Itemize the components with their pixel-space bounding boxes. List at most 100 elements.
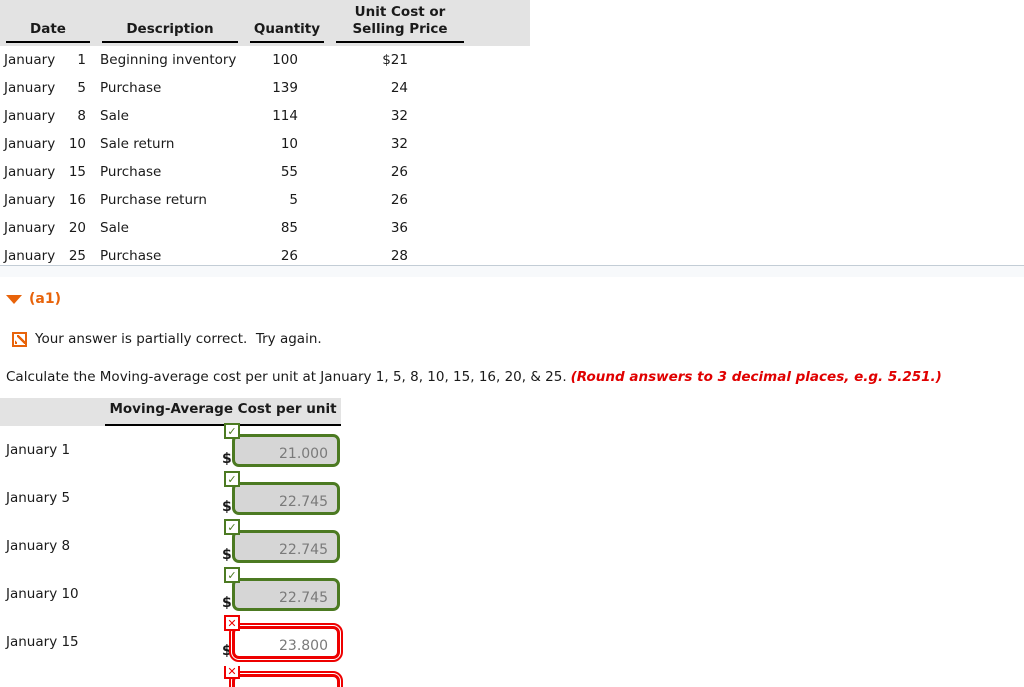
- column-header-pad: [470, 0, 530, 46]
- table-row: January 15 Purchase 55 26: [0, 158, 530, 186]
- cell-quantity: 10: [280, 135, 298, 152]
- answer-row: ✕: [0, 666, 420, 687]
- cell-day: 5: [77, 79, 86, 96]
- cell-day: 8: [77, 107, 86, 124]
- cell-month: January: [4, 135, 56, 152]
- answer-column-header-label: Moving-Average Cost per unit: [109, 401, 337, 417]
- table-row: January 20 Sale 85 36: [0, 214, 530, 242]
- cell-day: 20: [68, 219, 86, 236]
- inventory-table: Date Description Quantity Unit Cost or S…: [0, 0, 530, 270]
- cell-pad: [470, 130, 530, 158]
- cell-description: Sale: [100, 219, 129, 236]
- partially-correct-icon: [12, 331, 27, 347]
- column-header-date: Date: [0, 0, 96, 46]
- cross-icon: ✕: [224, 666, 240, 679]
- instruction-line: Calculate the Moving-average cost per un…: [6, 369, 942, 385]
- currency-symbol: $: [222, 595, 232, 611]
- answer-row: January 10 $ ✓: [0, 567, 420, 618]
- column-header-date-label: Date: [6, 21, 90, 43]
- cell-quantity: 55: [280, 163, 298, 180]
- answer-input-wrapper: ✓: [224, 567, 340, 611]
- inventory-table-head: Date Description Quantity Unit Cost or S…: [0, 0, 530, 46]
- answer-input[interactable]: [229, 623, 343, 662]
- check-icon: ✓: [224, 423, 240, 439]
- cell-description: Beginning inventory: [100, 51, 237, 68]
- check-icon: ✓: [224, 567, 240, 583]
- answer-rows-container: January 1$✓January 5$✓January 8$✓January…: [0, 423, 420, 687]
- cell-day: 16: [68, 191, 86, 208]
- cell-day: 1: [77, 51, 86, 68]
- answer-table: Moving-Average Cost per unit January 1 $ ✓…: [0, 398, 420, 687]
- cell-quantity: 85: [280, 219, 298, 236]
- cell-month: January: [4, 79, 56, 96]
- answer-row-label: January 15: [6, 634, 79, 650]
- answer-input[interactable]: [232, 578, 340, 611]
- cell-description: Sale: [100, 107, 129, 124]
- answer-table-header: Moving-Average Cost per unit: [0, 398, 341, 426]
- instruction-text: Calculate the Moving-average cost per un…: [6, 369, 567, 385]
- answer-row-label: January 1: [6, 442, 71, 458]
- cell-month: January: [4, 191, 56, 208]
- column-header-unit-cost-label: Unit Cost or Selling Price: [336, 4, 464, 43]
- inventory-table-body: January 1 Beginning inventory 100 $21 January…: [0, 46, 530, 270]
- answer-row: January 8 $ ✓: [0, 519, 420, 570]
- check-icon: ✓: [224, 519, 240, 535]
- cell-price: 32: [390, 107, 408, 124]
- answer-row-label: January 8: [6, 538, 71, 554]
- cell-month: January: [4, 107, 56, 124]
- cell-pad: [470, 102, 530, 130]
- feedback-message: Your answer is partially correct. Try ag…: [12, 331, 322, 347]
- answer-input[interactable]: [232, 530, 340, 563]
- triangle-down-icon[interactable]: [6, 294, 22, 304]
- column-header-quantity: Quantity: [244, 0, 330, 46]
- table-row: January 1 Beginning inventory 100 $21: [0, 46, 530, 74]
- answer-input[interactable]: [232, 434, 340, 467]
- currency-symbol: $: [222, 643, 232, 659]
- cell-price: 36: [390, 219, 408, 236]
- column-header-description: Description: [96, 0, 244, 46]
- table-row: January 5 Purchase 139 24: [0, 74, 530, 102]
- table-row: January 10 Sale return 10 32: [0, 130, 530, 158]
- answer-row-label: January 5: [6, 490, 71, 506]
- cell-pad: [470, 158, 530, 186]
- cell-description: Purchase: [100, 163, 162, 180]
- cell-day: 15: [68, 163, 86, 180]
- cell-description: Sale return: [100, 135, 175, 152]
- cell-price: 32: [390, 135, 408, 152]
- table-row: January 16 Purchase return 5 26: [0, 186, 530, 214]
- cell-price: 24: [390, 79, 408, 96]
- answer-input-wrapper: ✕: [224, 666, 343, 687]
- cell-day: 10: [68, 135, 86, 152]
- cell-quantity: 114: [272, 107, 298, 124]
- column-header-unit-cost: Unit Cost or Selling Price: [330, 0, 470, 46]
- answer-row-label: January 10: [6, 586, 79, 602]
- cell-month: January: [4, 51, 56, 68]
- cell-pad: [470, 74, 530, 102]
- feedback-text: Your answer is partially correct. Try ag…: [35, 331, 322, 347]
- cell-description: Purchase: [100, 79, 162, 96]
- cell-quantity: 100: [272, 51, 298, 68]
- cross-icon: ✕: [224, 615, 240, 631]
- section-a1-header[interactable]: (a1): [6, 291, 61, 307]
- answer-input-wrapper: ✕: [224, 615, 343, 662]
- answer-row: January 5 $ ✓: [0, 471, 420, 522]
- cell-price: 26: [390, 191, 408, 208]
- answer-input[interactable]: [229, 671, 343, 687]
- currency-symbol: $: [222, 499, 232, 515]
- cell-month: January: [4, 163, 56, 180]
- answer-input[interactable]: [232, 482, 340, 515]
- answer-input-wrapper: ✓: [224, 471, 340, 515]
- cell-description: Purchase return: [100, 191, 207, 208]
- answer-row: January 1 $ ✓: [0, 423, 420, 474]
- cell-quantity: 5: [289, 191, 298, 208]
- currency-symbol: $: [222, 451, 232, 467]
- page-root: Date Description Quantity Unit Cost or S…: [0, 0, 1024, 687]
- answer-input-wrapper: ✓: [224, 423, 340, 467]
- table-row: January 8 Sale 114 32: [0, 102, 530, 130]
- column-header-quantity-label: Quantity: [250, 21, 324, 43]
- cell-price: $21: [382, 51, 408, 68]
- currency-symbol: $: [222, 547, 232, 563]
- answer-input-wrapper: ✓: [224, 519, 340, 563]
- cell-month: January: [4, 219, 56, 236]
- cell-pad: [470, 214, 530, 242]
